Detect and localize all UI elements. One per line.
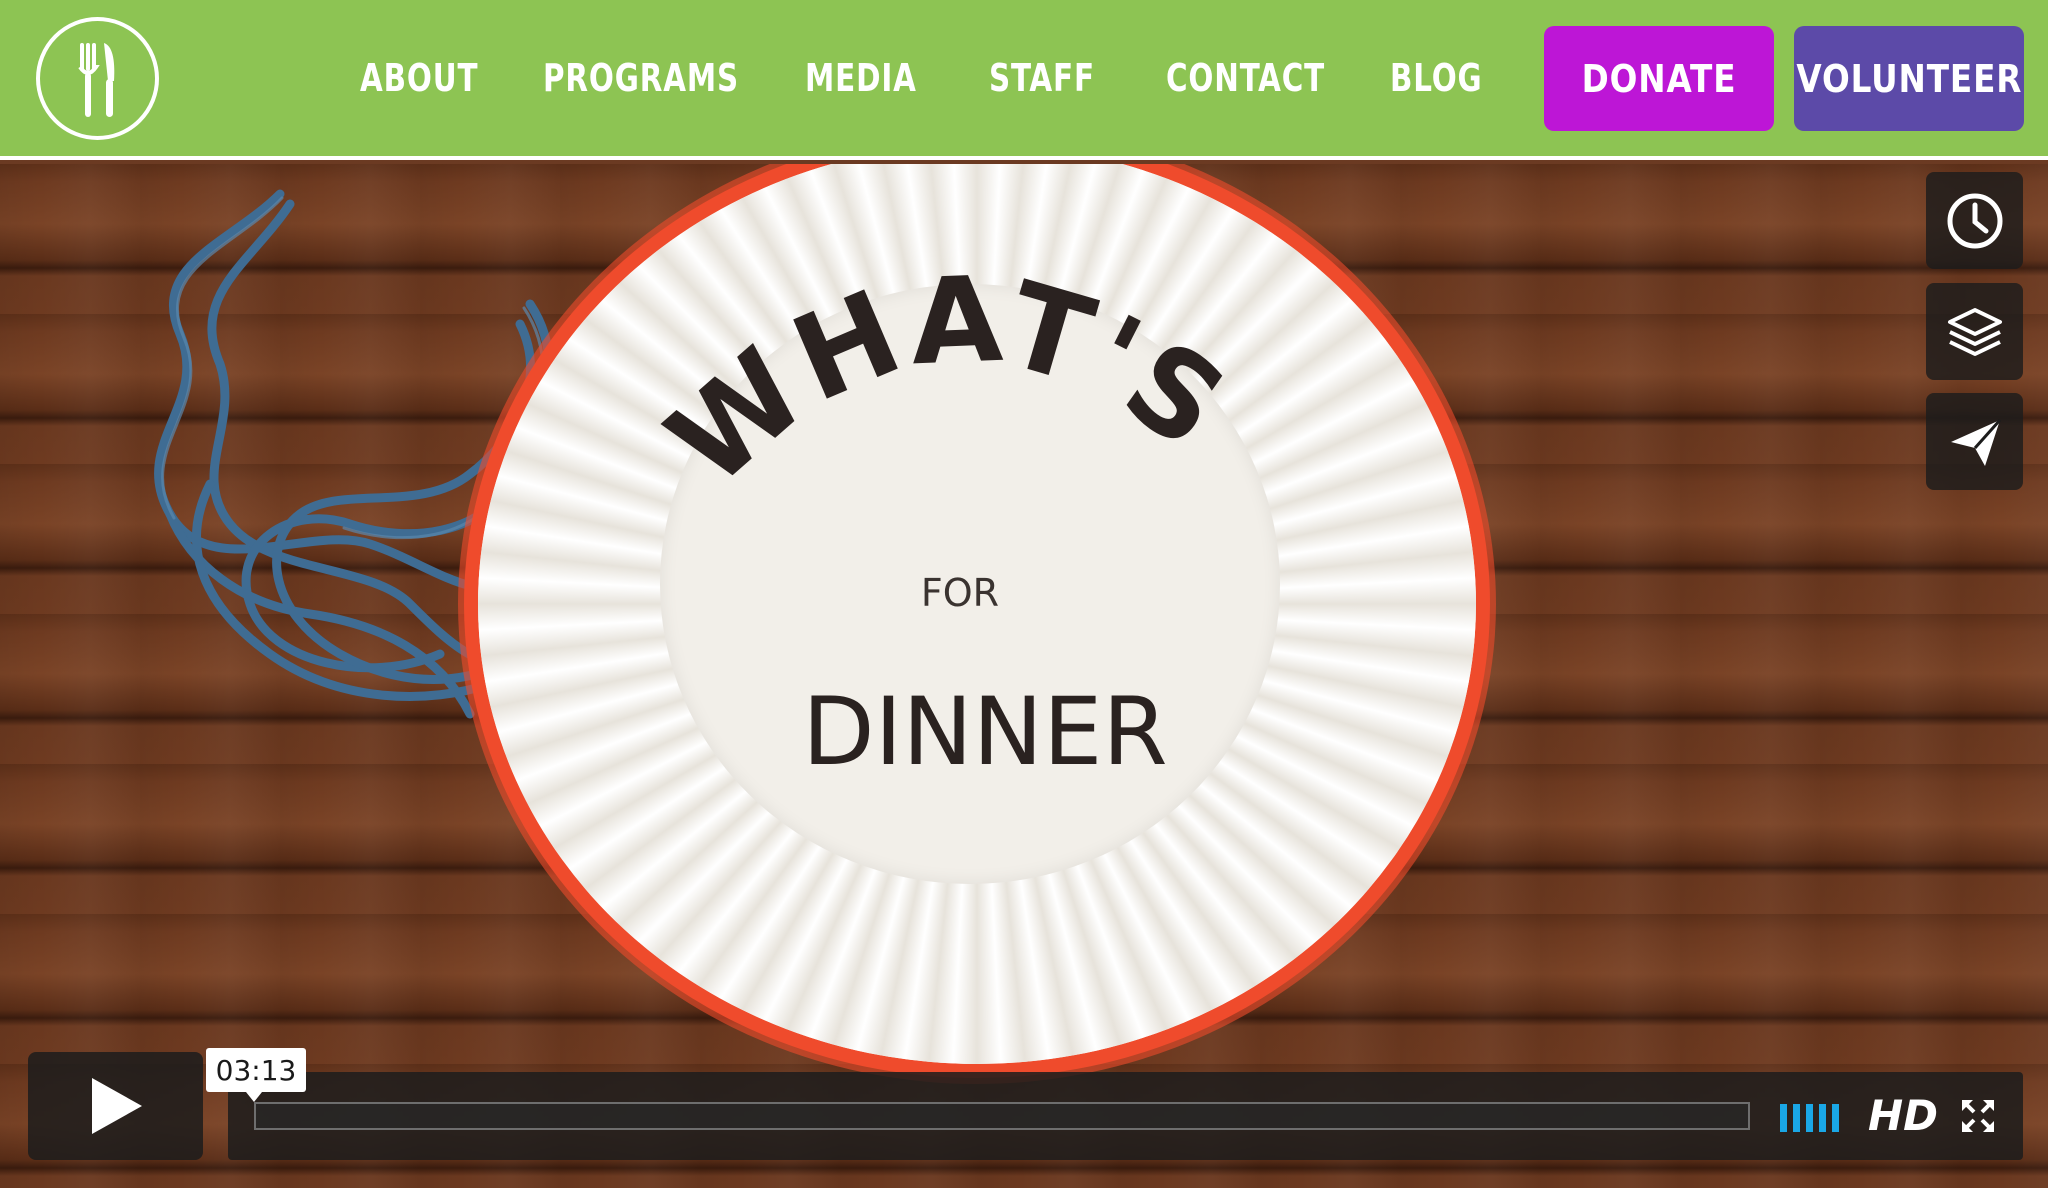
- nav-contact[interactable]: CONTACT: [1166, 52, 1325, 104]
- nav-media[interactable]: MEDIA: [805, 52, 917, 104]
- watch-later-button[interactable]: [1926, 172, 2023, 269]
- fullscreen-icon[interactable]: [1960, 1098, 1996, 1134]
- svg-text:WHAT'S: WHAT'S: [660, 264, 1253, 512]
- progress-bar[interactable]: [254, 1102, 1750, 1130]
- nav-about[interactable]: ABOUT: [360, 52, 478, 104]
- nav-programs[interactable]: PROGRAMS: [543, 52, 739, 104]
- plate-text-for: FOR: [921, 571, 999, 615]
- play-icon: [91, 1078, 142, 1134]
- clock-icon: [1947, 193, 2002, 248]
- plate-text-dinner: DINNER: [802, 678, 1167, 787]
- nav-staff[interactable]: STAFF: [989, 52, 1095, 104]
- volume-bars-icon[interactable]: [1780, 1102, 1846, 1132]
- plate-text-whats: WHAT'S: [660, 264, 1249, 512]
- logo-fork-knife-icon[interactable]: [36, 17, 159, 140]
- collections-button[interactable]: [1926, 283, 2023, 380]
- video-control-bar: HD: [228, 1072, 2023, 1160]
- donate-button[interactable]: DONATE: [1544, 26, 1774, 131]
- layers-icon: [1947, 307, 2002, 356]
- volunteer-label: VOLUNTEER: [1796, 56, 2022, 101]
- volunteer-button[interactable]: VOLUNTEER: [1794, 26, 2024, 131]
- share-button[interactable]: [1926, 393, 2023, 490]
- play-button[interactable]: [28, 1052, 203, 1160]
- nav-blog[interactable]: BLOG: [1390, 52, 1483, 104]
- site-header: ABOUT PROGRAMS MEDIA STAFF CONTACT BLOG …: [0, 0, 2048, 160]
- hd-toggle[interactable]: HD: [1868, 1092, 1938, 1140]
- donate-label: DONATE: [1581, 56, 1737, 101]
- time-tooltip: 03:13: [206, 1048, 306, 1102]
- paper-plane-icon: [1950, 418, 2001, 466]
- video-player[interactable]: WHAT'S FOR DINNER HD 03:13: [0, 164, 2048, 1188]
- plate-handwriting: WHAT'S FOR DINNER: [660, 264, 1253, 787]
